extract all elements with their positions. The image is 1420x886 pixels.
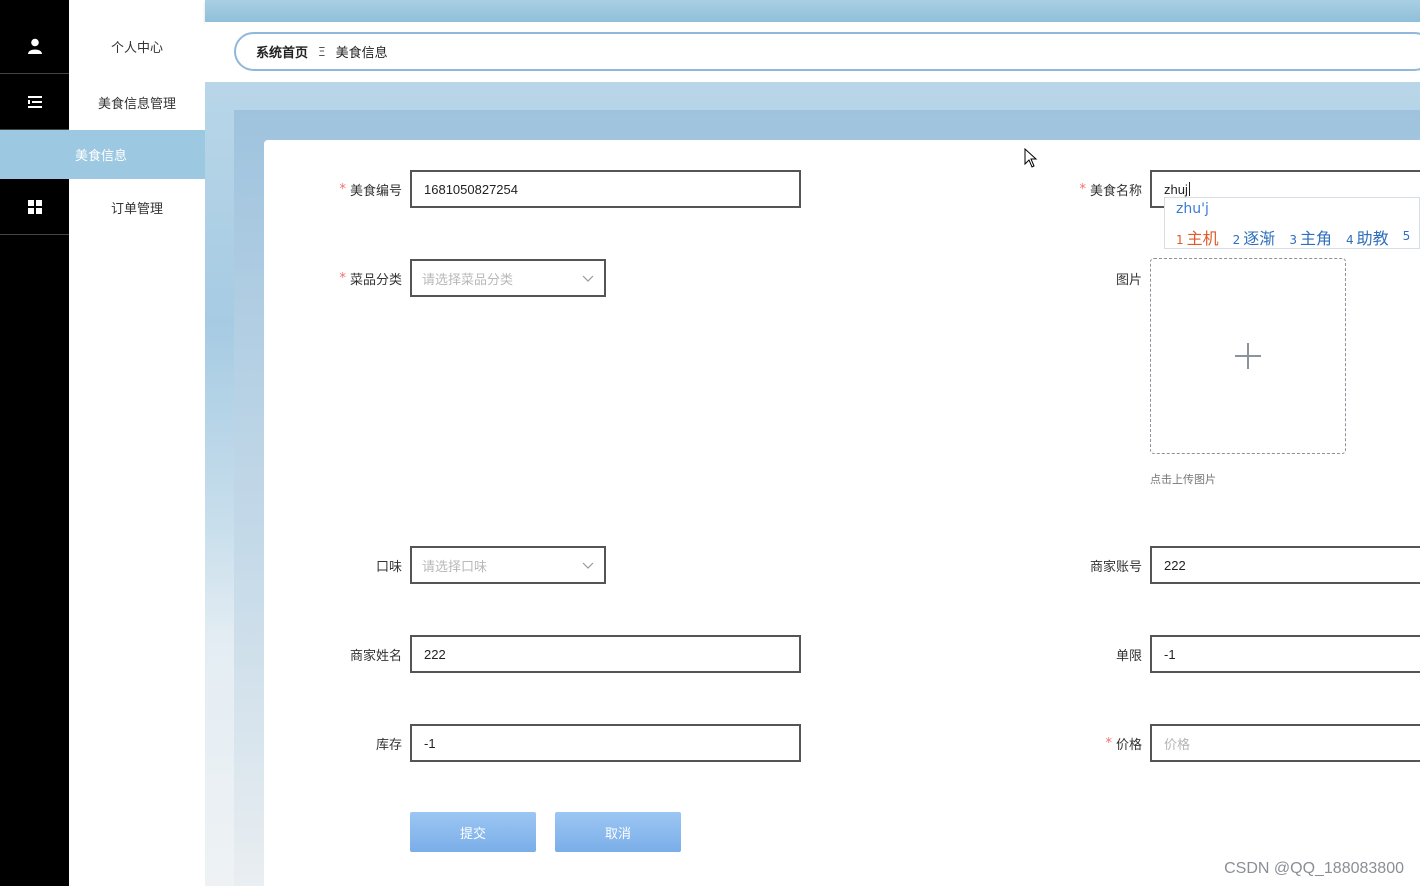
image-upload-box[interactable]	[1150, 258, 1346, 454]
flavor-label: 口味	[375, 559, 402, 575]
category-select[interactable]: 请选择菜品分类	[410, 259, 606, 297]
image-label: 图片	[1115, 272, 1142, 288]
sidebar-subitem-food-info[interactable]: 美食信息	[0, 130, 205, 179]
ime-candidate-list: 1 主机 2 逐渐 3 主角 4 助教 5	[1176, 225, 1420, 249]
watermark: CSDN @QQ_188083800	[1224, 860, 1404, 877]
cancel-button[interactable]: 取消	[555, 812, 681, 852]
user-icon	[0, 19, 69, 74]
ime-composition: zhu'j	[1176, 201, 1209, 217]
ime-candidate[interactable]: 3 主角	[1289, 225, 1332, 249]
breadcrumb-current: 美食信息	[335, 46, 388, 61]
sidebar-item-label: 美食信息	[75, 149, 128, 164]
chevron-down-icon	[582, 275, 594, 282]
plus-icon	[1235, 343, 1261, 369]
food-id-label: * 美食编号	[339, 181, 402, 199]
top-header	[205, 0, 1420, 22]
merchant-account-input[interactable]: 222	[1150, 546, 1420, 584]
sidebar-item-order-management[interactable]: 订单管理	[0, 180, 205, 235]
price-label: * 价格	[1105, 735, 1142, 753]
sidebar-item-label: 美食信息管理	[97, 97, 176, 112]
sidebar-item-personal-center[interactable]: 个人中心	[0, 19, 205, 74]
form-card	[264, 140, 1420, 886]
sidebar-item-label: 订单管理	[110, 202, 163, 217]
flavor-select[interactable]: 请选择口味	[410, 546, 606, 584]
breadcrumb-home-link[interactable]: 系统首页	[256, 42, 308, 61]
ime-candidate-window: zhu'j 1 主机 2 逐渐 3 主角 4 助教 5	[1164, 197, 1420, 249]
ime-candidate[interactable]: 4 助教	[1346, 225, 1389, 249]
chevron-down-icon	[582, 562, 594, 569]
ime-candidate[interactable]: 5	[1403, 225, 1414, 249]
food-name-label: * 美食名称	[1079, 181, 1142, 199]
category-label: * 菜品分类	[339, 270, 402, 288]
upload-hint: 点击上传图片	[1150, 473, 1216, 486]
breadcrumb-separator: Ξ	[318, 44, 326, 59]
stock-label: 库存	[375, 737, 402, 753]
merchant-name-input[interactable]: 222	[410, 635, 801, 673]
ime-candidate[interactable]: 2 逐渐	[1233, 225, 1276, 249]
breadcrumb: 系统首页 Ξ 美食信息	[234, 32, 1420, 71]
mouse-cursor-icon	[1024, 148, 1038, 168]
limit-input[interactable]: -1	[1150, 635, 1420, 673]
grid-icon	[0, 180, 69, 235]
ime-candidate[interactable]: 1 主机	[1176, 225, 1219, 249]
list-icon	[0, 75, 69, 130]
sidebar-item-label: 个人中心	[110, 41, 163, 56]
price-input[interactable]: 价格	[1150, 724, 1420, 762]
text-caret	[1188, 182, 1190, 196]
food-id-input[interactable]: 1681050827254	[410, 170, 801, 208]
submit-button[interactable]: 提交	[410, 812, 536, 852]
sidebar-item-food-management[interactable]: 美食信息管理	[0, 75, 205, 130]
merchant-account-label: 商家账号	[1089, 559, 1142, 575]
limit-label: 单限	[1115, 648, 1142, 664]
stock-input[interactable]: -1	[410, 724, 801, 762]
merchant-name-label: 商家姓名	[349, 648, 402, 664]
